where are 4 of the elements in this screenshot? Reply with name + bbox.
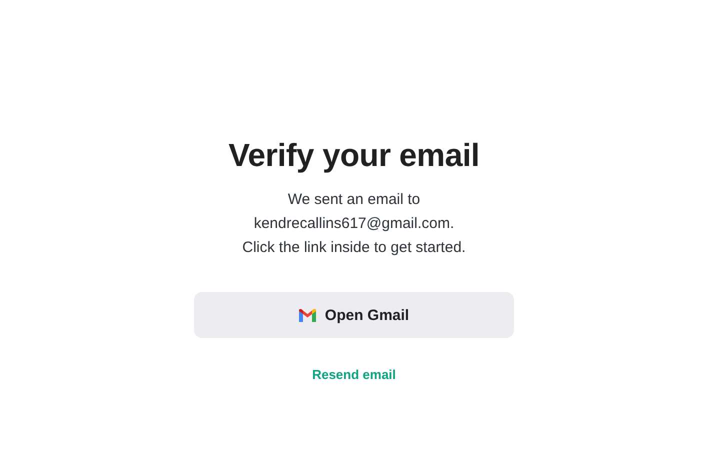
instruction-text: We sent an email to kendrecallins617@gmail.com. Click the link inside to get started. xyxy=(242,190,466,258)
mail-logo-icon xyxy=(298,308,316,322)
open-gmail-button[interactable]: Open Gmail xyxy=(194,292,514,338)
page-title: Verify your email xyxy=(228,136,480,175)
